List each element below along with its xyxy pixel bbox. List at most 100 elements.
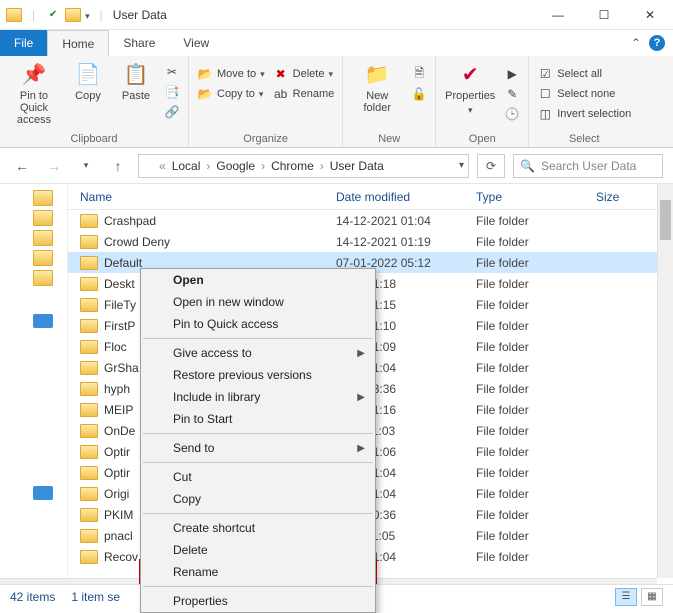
forward-button[interactable]: → — [42, 154, 66, 178]
folder-icon — [80, 424, 98, 438]
file-type: File folder — [476, 340, 596, 354]
thumbnails-view-button[interactable]: ▦ — [641, 588, 663, 606]
close-button[interactable]: ✕ — [627, 0, 673, 30]
select-none-button[interactable]: ☐Select none — [537, 86, 631, 102]
folder-icon — [80, 277, 98, 291]
copy-to-button[interactable]: 📂Copy to — [197, 86, 265, 102]
select-all-icon: ☑ — [537, 66, 553, 82]
column-type[interactable]: Type — [476, 190, 596, 204]
minimize-button[interactable]: — — [535, 0, 581, 30]
search-input[interactable]: 🔍 Search User Data — [513, 154, 663, 178]
edit-button[interactable]: ✎ — [504, 86, 520, 102]
new-item-button[interactable]: 🗎 — [411, 66, 427, 82]
recent-dropdown[interactable]: ▾ — [74, 154, 98, 178]
select-all-button[interactable]: ☑Select all — [537, 66, 631, 82]
paste-shortcut-button[interactable]: 🔗 — [164, 104, 180, 120]
cm-separator — [143, 462, 373, 463]
context-menu: Open Open in new window Pin to Quick acc… — [140, 268, 376, 613]
cm-give-access-to[interactable]: Give access to▶ — [141, 342, 375, 364]
move-to-button[interactable]: 📂Move to — [197, 66, 265, 82]
tree-folder-icon[interactable] — [33, 250, 53, 266]
cm-open-new-window[interactable]: Open in new window — [141, 291, 375, 313]
new-folder-button[interactable]: 📁 New folder — [351, 60, 403, 114]
chevron-right-icon: ▶ — [357, 443, 365, 454]
tree-pc-icon[interactable] — [33, 486, 53, 500]
breadcrumb-item[interactable]: Google — [212, 159, 259, 173]
help-icon[interactable]: ? — [649, 35, 665, 51]
tab-home[interactable]: Home — [47, 30, 109, 56]
tree-folder-icon[interactable] — [33, 230, 53, 246]
folder-icon — [65, 8, 81, 22]
cm-pin-quick-access[interactable]: Pin to Quick access — [141, 313, 375, 335]
check-icon[interactable] — [45, 7, 61, 23]
address-bar[interactable]: « Local› Google› Chrome› User Data ▾ — [138, 154, 469, 178]
details-view-button[interactable]: ☰ — [615, 588, 637, 606]
column-headers[interactable]: Name Date modified Type Size — [68, 184, 673, 210]
ribbon-collapse-icon[interactable]: ⌃ — [631, 36, 641, 50]
cm-copy[interactable]: Copy — [141, 488, 375, 510]
tab-file[interactable]: File — [0, 30, 47, 56]
history-icon: 🕒 — [504, 106, 520, 122]
move-icon: 📂 — [197, 66, 213, 82]
cm-rename[interactable]: Rename — [141, 561, 375, 583]
invert-selection-button[interactable]: ◫Invert selection — [537, 106, 631, 122]
cm-separator — [143, 513, 373, 514]
table-row[interactable]: Crowd Deny14-12-2021 01:19File folder — [68, 231, 673, 252]
table-row[interactable]: Crashpad14-12-2021 01:04File folder — [68, 210, 673, 231]
pin-to-quick-access-button[interactable]: 📌 Pin to Quick access — [8, 60, 60, 126]
properties-button[interactable]: ✔ Properties — [444, 60, 496, 116]
copy-button[interactable]: 📄 Copy — [68, 60, 108, 102]
maximize-button[interactable]: ☐ — [581, 0, 627, 30]
cm-create-shortcut[interactable]: Create shortcut — [141, 517, 375, 539]
folder-icon — [80, 550, 98, 564]
file-type: File folder — [476, 319, 596, 333]
address-dropdown[interactable]: ▾ — [459, 160, 464, 171]
rename-button[interactable]: abRename — [273, 86, 335, 102]
tree-folder-icon[interactable] — [33, 270, 53, 286]
delete-button[interactable]: ✖Delete — [273, 66, 335, 82]
easy-access-button[interactable]: 🔓 — [411, 86, 427, 102]
rename-icon: ab — [273, 86, 289, 102]
qat-dropdown[interactable] — [85, 8, 90, 22]
navigation-pane[interactable] — [0, 184, 68, 594]
cm-restore-previous[interactable]: Restore previous versions — [141, 364, 375, 386]
breadcrumb-item[interactable]: Chrome — [267, 159, 318, 173]
breadcrumb-item[interactable]: User Data — [326, 159, 388, 173]
file-type: File folder — [476, 508, 596, 522]
cm-send-to[interactable]: Send to▶ — [141, 437, 375, 459]
new-folder-label: New folder — [351, 90, 403, 114]
tree-folder-icon[interactable] — [33, 190, 53, 206]
breadcrumb-item[interactable]: Local — [168, 159, 205, 173]
tab-share[interactable]: Share — [109, 30, 169, 56]
scrollbar-thumb[interactable] — [660, 200, 671, 240]
up-button[interactable]: ↑ — [106, 154, 130, 178]
file-type: File folder — [476, 550, 596, 564]
open-icon: ▶ — [504, 66, 520, 82]
column-name[interactable]: Name — [80, 190, 336, 204]
group-label-select: Select — [569, 131, 600, 145]
cm-cut[interactable]: Cut — [141, 466, 375, 488]
tree-folder-icon[interactable] — [33, 210, 53, 226]
vertical-scrollbar[interactable] — [657, 184, 673, 578]
file-type: File folder — [476, 403, 596, 417]
open-button[interactable]: ▶ — [504, 66, 520, 82]
folder-icon — [80, 466, 98, 480]
cm-delete[interactable]: Delete — [141, 539, 375, 561]
cm-properties[interactable]: Properties — [141, 590, 375, 612]
history-button[interactable]: 🕒 — [504, 106, 520, 122]
delete-icon: ✖ — [273, 66, 289, 82]
column-date[interactable]: Date modified — [336, 190, 476, 204]
cut-small-button[interactable]: ✂ — [164, 64, 180, 80]
copy-to-icon: 📂 — [197, 86, 213, 102]
tab-view[interactable]: View — [169, 30, 223, 56]
tree-image-icon[interactable] — [33, 314, 53, 328]
paste-button[interactable]: 📋 Paste — [116, 60, 156, 102]
file-type: File folder — [476, 445, 596, 459]
separator: | — [100, 8, 103, 22]
refresh-button[interactable]: ⟳ — [477, 154, 505, 178]
cm-include-library[interactable]: Include in library▶ — [141, 386, 375, 408]
copy-path-button[interactable]: 📑 — [164, 84, 180, 100]
back-button[interactable]: ← — [10, 154, 34, 178]
cm-open[interactable]: Open — [141, 269, 375, 291]
cm-pin-start[interactable]: Pin to Start — [141, 408, 375, 430]
